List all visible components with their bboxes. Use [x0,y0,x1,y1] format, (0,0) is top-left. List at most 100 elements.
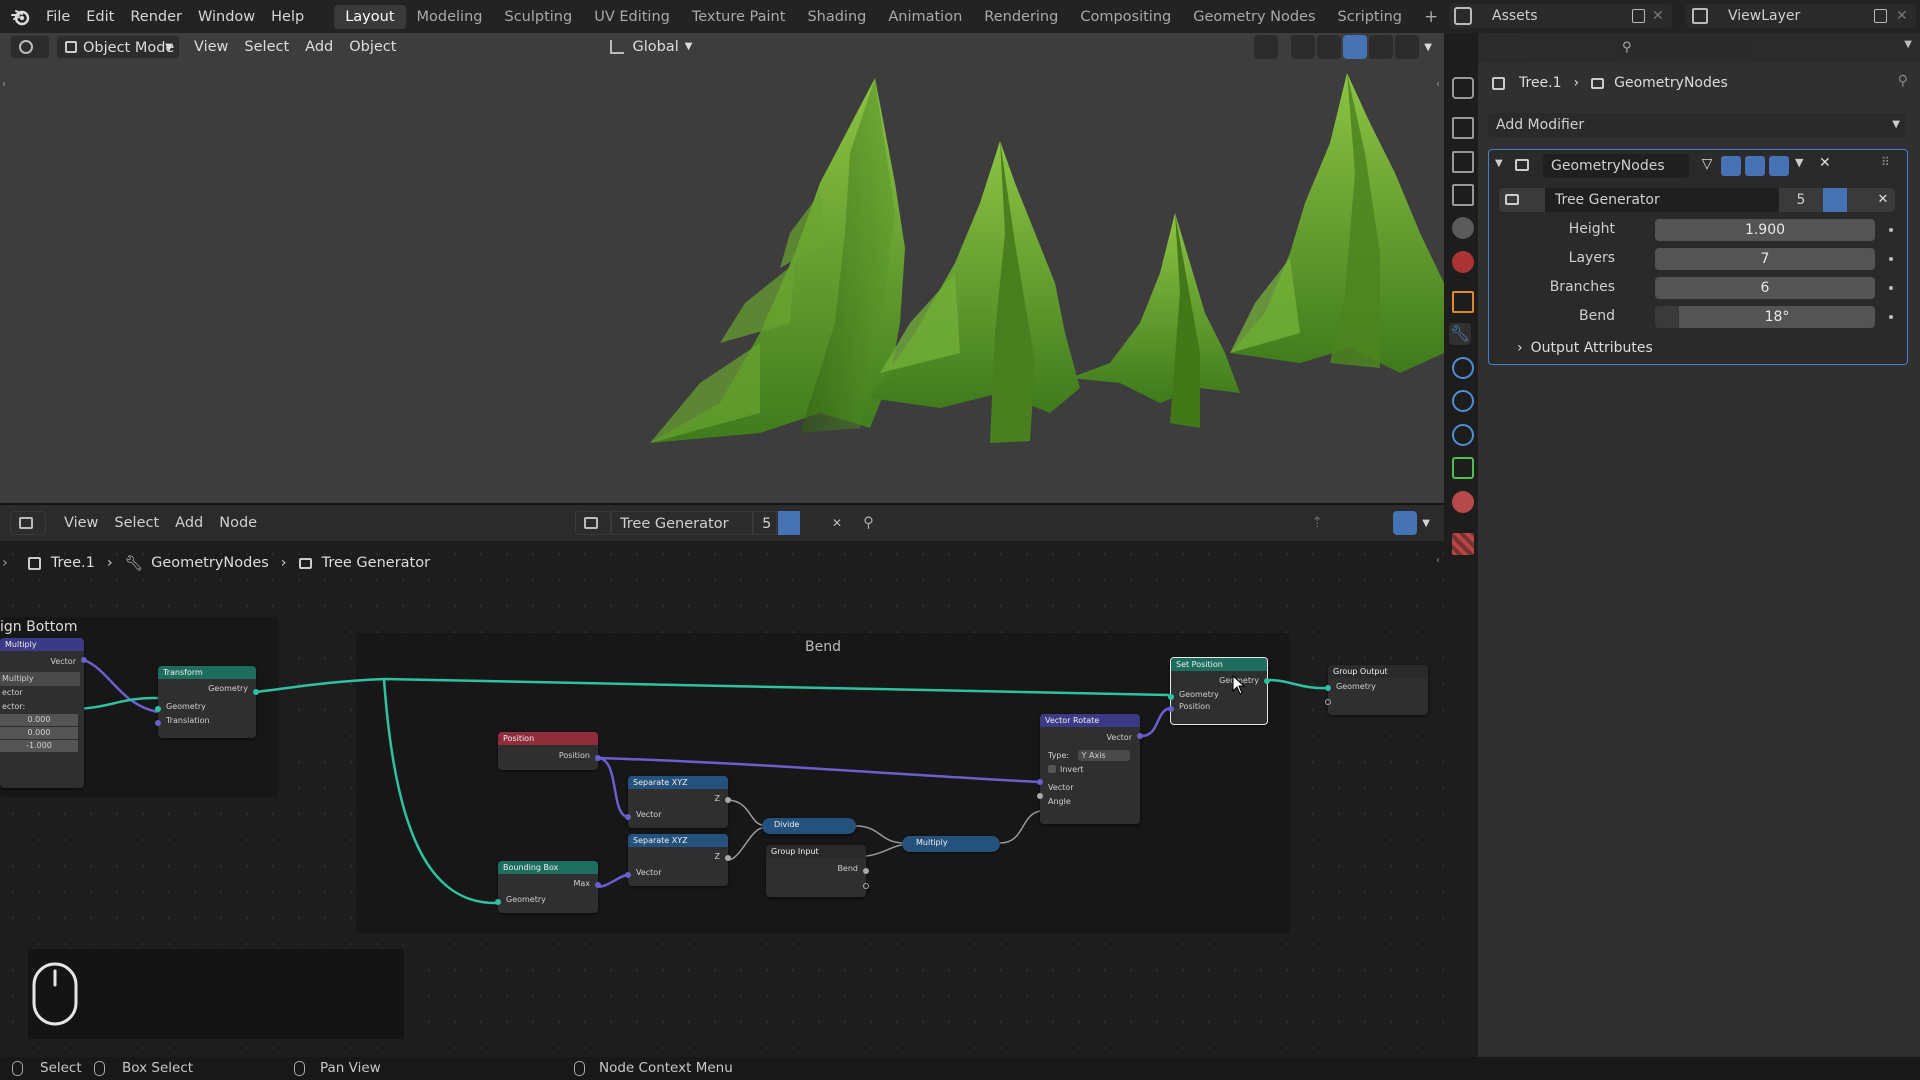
workspace-tab-animation[interactable]: Animation [877,5,973,29]
proportional-edit-icon[interactable] [788,35,812,59]
falloff-icon[interactable] [814,35,838,59]
socket-z-out[interactable] [725,855,731,861]
socket-empty-out[interactable] [863,883,869,889]
socket-geometry-out[interactable] [1264,678,1270,684]
socket-angle-in[interactable] [1037,793,1043,799]
sidebar-expand-icon[interactable]: ‹ [1436,79,1440,90]
drag-handle-icon[interactable]: ⠿ [1881,155,1890,169]
material-shading-icon[interactable] [1369,35,1394,59]
vector-z-field[interactable]: -1.000 [0,740,78,752]
render-toggle-icon[interactable] [1769,156,1789,176]
data-tab-icon[interactable] [1452,457,1474,479]
node-separate-xyz-2[interactable]: Separate XYZ Z Vector [625,834,731,886]
modifier-tab-icon[interactable]: 🔧︎ [1449,323,1471,345]
viewport-toggle-icon[interactable] [1745,156,1765,176]
menu-edit[interactable]: Edit [78,9,122,25]
socket-position-in[interactable] [1168,706,1174,712]
workspace-tab-rendering[interactable]: Rendering [973,5,1069,29]
scene-tab-icon[interactable] [1452,217,1474,239]
remove-viewlayer-icon[interactable]: ✕ [1896,4,1908,28]
add-modifier-button[interactable]: Add Modifier ▼ [1488,113,1906,137]
pivot-icon[interactable] [702,35,726,59]
socket-translation-in[interactable] [155,720,161,726]
node-transform[interactable]: Transform Geometry Geometry Translation [155,666,259,738]
socket-vector-in[interactable] [625,872,631,878]
vector-y-field[interactable]: 0.000 [0,727,78,739]
workspace-tab-geometry-nodes[interactable]: Geometry Nodes [1182,5,1326,29]
operation-dropdown[interactable]: Multiply [0,672,80,686]
world-tab-icon[interactable] [1452,251,1474,273]
socket-geometry-in[interactable] [495,899,501,905]
node-editor[interactable]: View Select Add Node Tree Generator 5 ✕ … [0,503,1444,1057]
snap-target-icon[interactable] [759,35,783,59]
remove-modifier-icon[interactable]: ✕ [1819,155,1831,171]
viewport-menu-add[interactable]: Add [297,35,341,59]
snap-icon[interactable] [733,35,757,59]
new-viewlayer-icon[interactable] [1874,9,1887,23]
viewport-menu-object[interactable]: Object [341,35,404,59]
texture-tab-icon[interactable] [1452,533,1474,555]
workspace-tab-sculpting[interactable]: Sculpting [493,5,583,29]
bend-field[interactable]: 18° [1679,306,1875,328]
overlays-icon[interactable] [1254,35,1279,59]
view-layer-tab-icon[interactable] [1452,184,1474,206]
node-group-input[interactable]: Group Input Bend [766,845,869,897]
viewport-menu-view[interactable]: View [186,35,236,59]
render-tab-icon[interactable] [1452,117,1474,139]
socket-vector-in[interactable] [625,814,631,820]
pin-icon[interactable]: ⚲ [1898,73,1908,89]
viewlayer-selector[interactable]: ViewLayer ✕ [1686,4,1916,28]
socket-geometry-in[interactable] [1325,685,1331,691]
socket-empty-in[interactable] [1325,699,1331,705]
height-field[interactable]: 1.900 [1655,219,1875,241]
node-multiply-left[interactable]: Multiply Vector Multiply ector ector: 0.… [0,638,87,788]
visibility-icon[interactable] [1191,35,1215,59]
node-group-selector[interactable] [1499,188,1545,212]
menu-file[interactable]: File [38,9,78,25]
properties-search-field[interactable]: ⚲ [1614,37,1752,59]
constraints-tab-icon[interactable] [1452,424,1474,446]
unlink-icon[interactable]: ✕ [1871,188,1895,212]
type-dropdown[interactable]: Y Axis [1077,750,1130,761]
wireframe-shading-icon[interactable] [1317,35,1342,59]
layers-field[interactable]: 7 [1655,248,1875,270]
invert-checkbox[interactable] [1048,765,1056,773]
node-group-user-count[interactable]: 5 [1779,188,1823,212]
node-set-position[interactable]: Set Position Geometry Geometry Position [1168,657,1270,725]
duplicate-icon[interactable] [1847,188,1871,212]
node-group-output[interactable]: Group Output Geometry [1325,665,1428,715]
modifier-menu-chevron-icon[interactable]: ▼ [1795,156,1803,169]
socket-z-out[interactable] [725,797,731,803]
particles-tab-icon[interactable] [1452,357,1474,379]
workspace-tab-uv-editing[interactable]: UV Editing [583,5,681,29]
shading-options-icon[interactable]: ▼ [1424,42,1432,53]
workspace-tab-shading[interactable]: Shading [796,5,877,29]
socket-bend-out[interactable] [863,868,869,874]
editor-type-button[interactable] [10,35,50,59]
rendered-shading-icon[interactable] [1395,35,1420,59]
toolbar-expand-icon[interactable]: › [2,79,6,90]
collapse-chevron-icon[interactable]: ▼ [1495,158,1503,169]
node-multiply-math[interactable]: Multiply [902,836,1000,852]
workspace-tab-scripting[interactable]: Scripting [1327,5,1413,29]
fake-user-shield-icon[interactable] [1823,188,1847,212]
cage-toggle-icon[interactable] [1721,156,1741,176]
keyframe-dot-icon[interactable] [1889,286,1893,290]
menu-render[interactable]: Render [122,9,190,25]
menu-help[interactable]: Help [263,9,312,25]
menu-window[interactable]: Window [190,9,263,25]
output-tab-icon[interactable] [1452,151,1474,173]
close-icon[interactable]: ✕ [1652,4,1664,28]
socket-max-out[interactable] [595,882,601,888]
transform-orientation-dropdown[interactable]: Global ▼ [602,35,694,59]
editor-type-button[interactable] [1486,37,1526,59]
socket-vector-in[interactable] [1037,779,1043,785]
socket-geometry-in[interactable] [155,706,161,712]
socket-position-out[interactable] [595,755,601,761]
socket-vector-out[interactable] [81,657,87,663]
properties-options-icon[interactable]: ▼ [1904,39,1912,50]
workspace-tab-modeling[interactable]: Modeling [406,5,494,29]
node-separate-xyz-1[interactable]: Separate XYZ Z Vector [625,776,731,828]
node-divide[interactable]: Divide [762,818,856,834]
assets-selector[interactable]: Assets ✕ [1450,4,1672,28]
